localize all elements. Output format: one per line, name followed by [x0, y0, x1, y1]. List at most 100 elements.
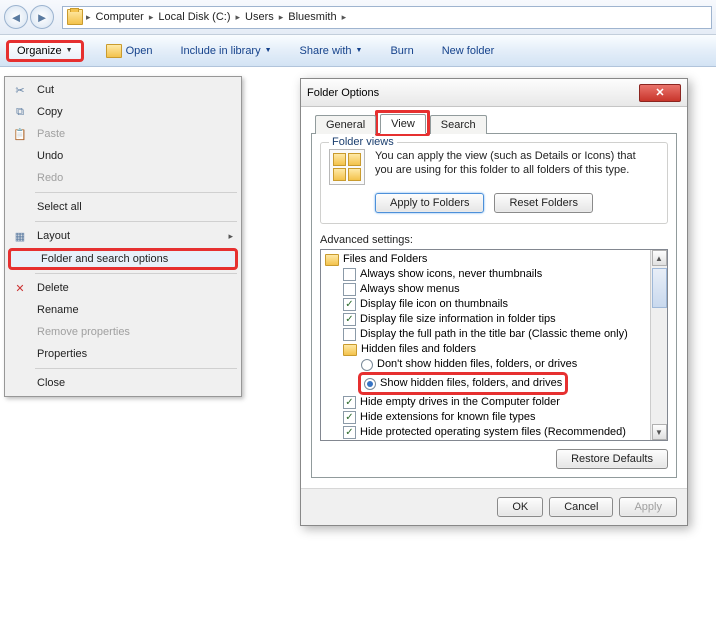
- tree-item[interactable]: Don't show hidden files, folders, or dri…: [323, 357, 648, 372]
- scroll-thumb[interactable]: [652, 268, 667, 308]
- checkbox[interactable]: [343, 283, 356, 296]
- tree-item[interactable]: Hide empty drives in the Computer folder: [323, 395, 648, 410]
- close-icon: ✕: [655, 86, 664, 99]
- separator: [35, 273, 237, 274]
- tab-panel-view: Folder views You can apply the view (suc…: [311, 133, 677, 478]
- menu-folder-options[interactable]: Folder and search options: [8, 248, 238, 270]
- close-button[interactable]: ✕: [639, 84, 681, 102]
- radio[interactable]: [361, 359, 373, 371]
- organize-button[interactable]: Organize ▼: [6, 40, 84, 62]
- tree-item[interactable]: Display file icon on thumbnails: [323, 297, 648, 312]
- scroll-track[interactable]: [652, 266, 667, 424]
- menu-delete[interactable]: ✕Delete: [7, 277, 239, 299]
- scroll-down-button[interactable]: ▼: [652, 424, 667, 440]
- checkbox[interactable]: [343, 298, 356, 311]
- apply-button[interactable]: Apply: [619, 497, 677, 517]
- chevron-right-icon: ▸: [235, 12, 240, 23]
- tab-strip: General View Search: [315, 113, 677, 133]
- separator: [35, 221, 237, 222]
- highlight: View: [375, 110, 430, 136]
- breadcrumb[interactable]: ▸ Computer ▸ Local Disk (C:) ▸ Users ▸ B…: [62, 6, 712, 29]
- copy-icon: ⧉: [11, 106, 29, 119]
- scroll-up-button[interactable]: ▲: [652, 250, 667, 266]
- tree-item[interactable]: Display file size information in folder …: [323, 312, 648, 327]
- advanced-settings-tree[interactable]: Files and Folders Always show icons, nev…: [320, 249, 668, 441]
- menu-close[interactable]: Close: [7, 372, 239, 394]
- tab-search[interactable]: Search: [430, 115, 487, 134]
- share-with-button[interactable]: Share with ▼: [294, 42, 369, 60]
- checkbox[interactable]: [343, 411, 356, 424]
- tree-item[interactable]: Display the full path in the title bar (…: [323, 327, 648, 342]
- ok-button[interactable]: OK: [497, 497, 543, 517]
- menu-copy[interactable]: ⧉Copy: [7, 101, 239, 123]
- layout-icon: ▦: [11, 230, 29, 243]
- tree-item[interactable]: Always show menus: [323, 282, 648, 297]
- menu-redo: Redo: [7, 167, 239, 189]
- apply-to-folders-button[interactable]: Apply to Folders: [375, 193, 484, 213]
- menu-rename[interactable]: Rename: [7, 299, 239, 321]
- burn-button[interactable]: Burn: [384, 42, 419, 60]
- include-library-button[interactable]: Include in library ▼: [175, 42, 278, 60]
- breadcrumb-seg[interactable]: Users: [243, 11, 276, 23]
- back-button[interactable]: ◄: [4, 5, 28, 29]
- menu-undo[interactable]: Undo: [7, 145, 239, 167]
- folder-icon: [67, 9, 83, 25]
- cancel-button[interactable]: Cancel: [549, 497, 613, 517]
- breadcrumb-seg[interactable]: Bluesmith: [286, 11, 338, 23]
- chevron-down-icon: ▼: [265, 47, 272, 54]
- reset-folders-button[interactable]: Reset Folders: [494, 193, 592, 213]
- dialog-footer: OK Cancel Apply: [301, 488, 687, 525]
- folder-open-icon: [106, 44, 122, 58]
- chevron-down-icon: ▼: [356, 47, 363, 54]
- checkbox[interactable]: [343, 313, 356, 326]
- advanced-settings-label: Advanced settings:: [320, 234, 668, 246]
- folder-icon: [343, 344, 357, 356]
- checkbox[interactable]: [343, 328, 356, 341]
- dialog-title: Folder Options: [307, 87, 379, 99]
- menu-select-all[interactable]: Select all: [7, 196, 239, 218]
- menu-remove-properties: Remove properties: [7, 321, 239, 343]
- chevron-right-icon: ▸: [86, 12, 91, 23]
- chevron-right-icon: ▸: [279, 12, 284, 23]
- chevron-down-icon: ▼: [66, 47, 73, 54]
- menu-properties[interactable]: Properties: [7, 343, 239, 365]
- tree-item[interactable]: Hide protected operating system files (R…: [323, 425, 648, 440]
- separator: [35, 368, 237, 369]
- tree-group: Files and Folders: [323, 252, 648, 267]
- open-button[interactable]: Open: [100, 41, 159, 61]
- checkbox[interactable]: [343, 426, 356, 439]
- menu-cut[interactable]: ✂Cut: [7, 79, 239, 101]
- group-legend: Folder views: [329, 136, 397, 148]
- checkbox[interactable]: [343, 268, 356, 281]
- breadcrumb-seg[interactable]: Computer: [94, 11, 146, 23]
- chevron-right-icon: ▸: [149, 12, 154, 23]
- command-bar: Organize ▼ Open Include in library ▼ Sha…: [0, 35, 716, 67]
- scrollbar[interactable]: ▲ ▼: [650, 250, 667, 440]
- folder-views-icon: [329, 149, 365, 185]
- new-folder-button[interactable]: New folder: [436, 42, 501, 60]
- chevron-right-icon: ▸: [228, 231, 233, 242]
- forward-button[interactable]: ►: [30, 5, 54, 29]
- folder-views-text: You can apply the view (such as Details …: [375, 149, 659, 185]
- checkbox[interactable]: [343, 396, 356, 409]
- restore-defaults-button[interactable]: Restore Defaults: [556, 449, 668, 469]
- tab-general[interactable]: General: [315, 115, 376, 134]
- tree-item[interactable]: Always show icons, never thumbnails: [323, 267, 648, 282]
- menu-paste: 📋Paste: [7, 123, 239, 145]
- dialog-title-bar[interactable]: Folder Options ✕: [301, 79, 687, 107]
- folder-icon: [325, 254, 339, 266]
- menu-layout[interactable]: ▦Layout▸: [7, 225, 239, 247]
- tree-group: Hidden files and folders: [323, 342, 648, 357]
- organize-label: Organize: [17, 45, 62, 57]
- highlight: Show hidden files, folders, and drives: [358, 372, 568, 395]
- tab-view[interactable]: View: [380, 114, 426, 134]
- tree-item[interactable]: Show hidden files, folders, and drives: [323, 372, 648, 395]
- radio[interactable]: [364, 378, 376, 390]
- breadcrumb-seg[interactable]: Local Disk (C:): [156, 11, 232, 23]
- tree-item[interactable]: Hide extensions for known file types: [323, 410, 648, 425]
- organize-menu: ✂Cut ⧉Copy 📋Paste Undo Redo Select all ▦…: [4, 76, 242, 397]
- scissors-icon: ✂: [11, 84, 29, 97]
- folder-views-group: Folder views You can apply the view (suc…: [320, 142, 668, 224]
- address-bar: ◄ ► ▸ Computer ▸ Local Disk (C:) ▸ Users…: [0, 0, 716, 35]
- paste-icon: 📋: [11, 128, 29, 141]
